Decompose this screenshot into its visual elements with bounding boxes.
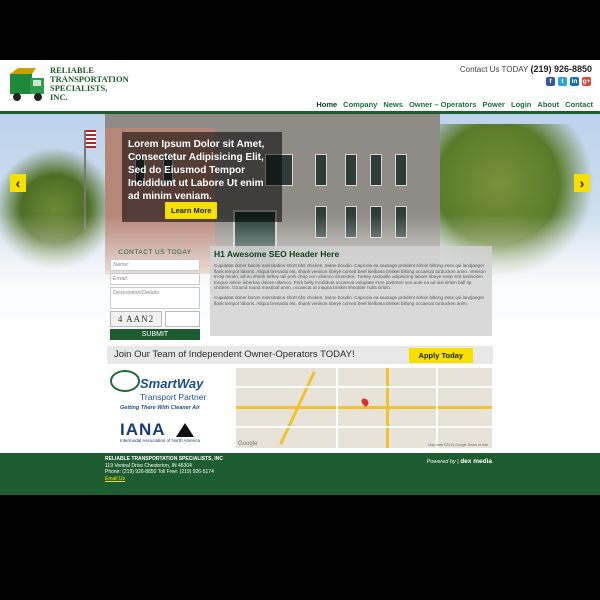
nav-owner-operators[interactable]: Owner – Operators: [406, 100, 480, 109]
email-field[interactable]: Email:: [110, 273, 200, 285]
map-data-label: Map data ©2014 Google Terms of Use: [428, 443, 488, 447]
description-field[interactable]: Description/Details:: [110, 287, 200, 309]
map-road: [236, 406, 492, 409]
building-window: [395, 154, 407, 186]
smartway-tagline: Getting There With Cleaner Air: [120, 405, 200, 411]
nav-news[interactable]: News: [380, 100, 406, 109]
flag-icon: [86, 130, 96, 148]
location-map[interactable]: Google Map data ©2014 Google Terms of Us…: [236, 368, 492, 448]
smartway-subtitle: Transport Partner: [140, 392, 207, 402]
seo-paragraph: Cupidatat doner bacon exercitation short…: [214, 294, 485, 306]
captcha-input[interactable]: [165, 311, 200, 327]
smartway-logo[interactable]: SmartWay Transport Partner Getting There…: [106, 370, 226, 418]
footer-phone: Phone: (219) 926-8850 Toll Free: (219) 9…: [105, 469, 214, 475]
footer-company-name: RELIABLE TRANSPORTATION SPECIALISTS, INC: [105, 456, 223, 462]
building-window: [370, 154, 382, 186]
captcha-row: 4 AAN2: [110, 311, 200, 327]
map-street: [236, 386, 492, 388]
google-label: Google: [238, 441, 258, 447]
nav-power[interactable]: Power: [479, 100, 508, 109]
twitter-icon[interactable]: t: [558, 77, 567, 86]
map-road: [386, 368, 389, 448]
nav-about[interactable]: About: [534, 100, 562, 109]
nav-company[interactable]: Company: [340, 100, 380, 109]
header-phone[interactable]: (219) 926-8850: [530, 64, 592, 74]
footer: RELIABLE TRANSPORTATION SPECIALISTS, INC…: [0, 453, 600, 495]
captcha-image: 4 AAN2: [110, 311, 162, 327]
social-links: f t in g+: [546, 77, 591, 86]
map-street: [336, 368, 338, 448]
iana-subtitle: Intermodal Association of North America: [120, 438, 201, 443]
header-contact: Contact Us TODAY (219) 926-8850: [459, 64, 592, 74]
google-plus-icon[interactable]: g+: [582, 77, 591, 86]
logo-text: RELIABLE TRANSPORTATION SPECIALISTS, INC…: [50, 65, 129, 102]
hero-caption-text: Lorem Ipsum Dolor sit Amet, Consectetur …: [128, 139, 265, 202]
apply-today-button[interactable]: Apply Today: [408, 348, 473, 363]
dex-media-logo: dex media: [460, 458, 492, 465]
powered-by-label: Powered by: [426, 459, 456, 465]
contact-form-title: CONTACT US TODAY: [118, 249, 192, 256]
facebook-icon[interactable]: f: [546, 77, 555, 86]
slider-prev-arrow-icon[interactable]: ‹: [10, 174, 26, 192]
seo-heading: H1 Awesome SEO Header Here: [214, 249, 340, 259]
iana-logo[interactable]: IANA Intermodal Association of North Ame…: [120, 420, 210, 446]
main-nav: Home Company News Owner – Operators Powe…: [313, 100, 596, 116]
powered-by[interactable]: Powered by | dex media: [427, 458, 492, 465]
smartway-ring-icon: [110, 370, 140, 392]
nav-home[interactable]: Home: [313, 100, 340, 116]
nav-contact[interactable]: Contact: [562, 100, 596, 109]
join-banner: Join Our Team of Independent Owner-Opera…: [107, 346, 493, 364]
join-text: Join Our Team of Independent Owner-Opera…: [114, 349, 355, 360]
slider-next-arrow-icon[interactable]: ›: [574, 174, 590, 192]
nav-login[interactable]: Login: [508, 100, 534, 109]
footer-address: RELIABLE TRANSPORTATION SPECIALISTS, INC…: [105, 456, 223, 482]
map-street: [236, 426, 492, 428]
seo-content-box: H1 Awesome SEO Header Here Cupidatat don…: [210, 246, 492, 336]
iana-triangle-icon: [176, 423, 194, 437]
map-street: [436, 368, 438, 448]
footer-email-link[interactable]: Email Us: [105, 476, 223, 483]
building-window: [345, 154, 357, 186]
name-field[interactable]: Name:: [110, 259, 200, 271]
building-window: [315, 154, 327, 186]
linkedin-icon[interactable]: in: [570, 77, 579, 86]
contact-form: CONTACT US TODAY Name: Email: Descriptio…: [110, 246, 200, 346]
web-page: RELIABLE TRANSPORTATION SPECIALISTS, INC…: [0, 60, 600, 495]
submit-button[interactable]: SUBMIT: [110, 329, 200, 340]
iana-name: IANA: [120, 420, 166, 439]
smartway-name: SmartWay: [140, 376, 204, 391]
truck-icon: [10, 68, 44, 101]
seo-paragraph: Cupidatat doner bacon exercitation short…: [214, 263, 486, 291]
company-logo[interactable]: RELIABLE TRANSPORTATION SPECIALISTS, INC…: [8, 66, 129, 106]
learn-more-button[interactable]: Learn More: [165, 202, 218, 219]
